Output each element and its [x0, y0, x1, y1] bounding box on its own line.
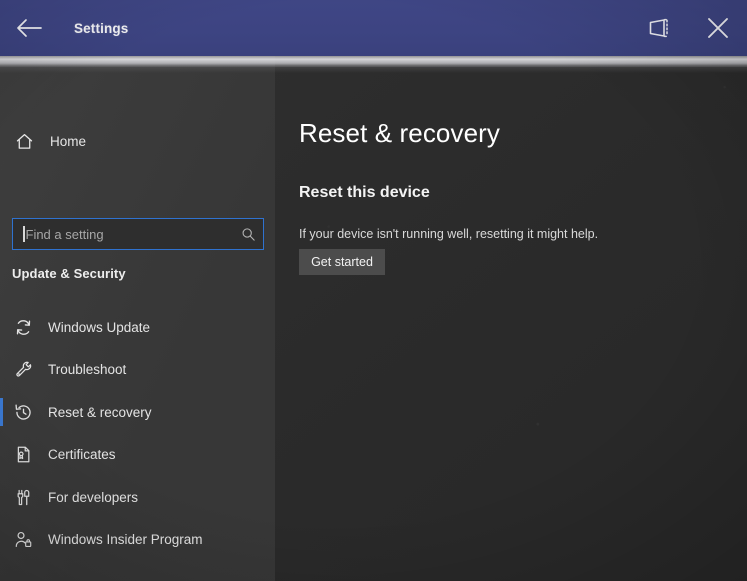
- content-pane: Reset & recovery Reset this device If yo…: [275, 56, 747, 581]
- window-body: Home Find a setting Update & Security Wi…: [0, 56, 747, 581]
- selection-accent: [0, 483, 3, 511]
- sidebar-group-header: Update & Security: [12, 266, 126, 281]
- selection-accent: [0, 441, 3, 469]
- sidebar-item-label: Troubleshoot: [48, 362, 127, 378]
- developer-tools-icon: [10, 484, 36, 510]
- search-placeholder: Find a setting: [25, 226, 104, 242]
- back-button[interactable]: [0, 0, 58, 56]
- back-arrow-icon: [15, 17, 43, 39]
- person-badge-icon: [10, 527, 36, 553]
- search-icon[interactable]: [239, 225, 257, 243]
- title-bar: Settings: [0, 0, 747, 56]
- sidebar-item-label: Certificates: [48, 447, 116, 463]
- sidebar-nav-list: Windows Update Troubleshoot Reset & reco…: [0, 306, 275, 561]
- certificate-document-icon: [10, 442, 36, 468]
- sidebar-item-windows-insider-program[interactable]: Windows Insider Program: [0, 519, 275, 562]
- search-input[interactable]: Find a setting: [12, 218, 264, 250]
- sidebar-item-label: Reset & recovery: [48, 404, 152, 420]
- project-screen-icon: [647, 16, 673, 40]
- sidebar-item-reset-and-recovery[interactable]: Reset & recovery: [0, 391, 275, 434]
- selection-accent: [0, 398, 3, 426]
- home-icon: [10, 127, 38, 155]
- sidebar-item-home[interactable]: Home: [0, 124, 275, 158]
- selection-accent: [0, 313, 3, 341]
- sidebar-item-troubleshoot[interactable]: Troubleshoot: [0, 349, 275, 392]
- section-description: If your device isn't running well, reset…: [299, 227, 599, 241]
- window-title: Settings: [74, 20, 129, 36]
- close-icon: [705, 15, 731, 41]
- get-started-button[interactable]: Get started: [299, 249, 385, 275]
- wrench-icon: [10, 357, 36, 383]
- home-label: Home: [50, 133, 87, 149]
- history-clock-icon: [10, 399, 36, 425]
- sync-refresh-icon: [10, 314, 36, 340]
- project-screen-button[interactable]: [631, 0, 689, 56]
- settings-window: Settings Home Find a setting Update & Se…: [0, 0, 747, 581]
- section-title-reset-this-device: Reset this device: [299, 184, 430, 201]
- selection-accent: [0, 356, 3, 384]
- page-title: Reset & recovery: [299, 118, 501, 148]
- close-button[interactable]: [689, 0, 747, 56]
- sidebar-item-for-developers[interactable]: For developers: [0, 476, 275, 519]
- sidebar: Home Find a setting Update & Security Wi…: [0, 56, 275, 581]
- text-caret: [23, 226, 25, 242]
- sidebar-item-certificates[interactable]: Certificates: [0, 434, 275, 477]
- sidebar-item-label: For developers: [48, 489, 139, 505]
- selection-accent: [0, 526, 3, 554]
- sidebar-item-windows-update[interactable]: Windows Update: [0, 306, 275, 349]
- sidebar-item-label: Windows Insider Program: [48, 532, 203, 548]
- sidebar-item-label: Windows Update: [48, 319, 151, 335]
